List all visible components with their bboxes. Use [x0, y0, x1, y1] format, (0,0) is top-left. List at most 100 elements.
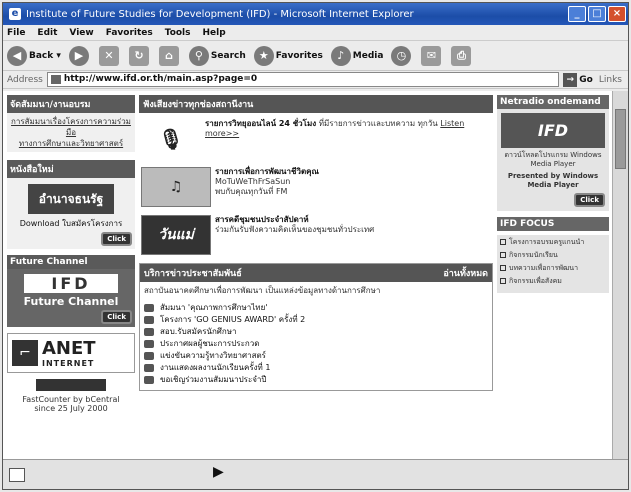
print-icon: ⎙ [451, 45, 472, 66]
radio-item-3[interactable]: วันแม่ สารคดีชุมชนประจำสัปดาห์ ร่วมกันรั… [139, 213, 493, 257]
back-button[interactable]: ◀ Back ▾ [7, 45, 61, 66]
media-button[interactable]: ♪ Media [330, 45, 383, 66]
fastcounter[interactable]: FastCounter by bCentral since 25 July 20… [7, 379, 135, 413]
minimize-button[interactable]: _ [568, 6, 586, 22]
anet-logo-icon: ⌐ [12, 340, 38, 366]
focus-item[interactable]: โครงการอบรมครูแกนนำ [500, 238, 606, 247]
close-button[interactable]: × [608, 6, 626, 22]
news-item[interactable]: ประกาศผลผู้ชนะการประกวด [144, 338, 488, 350]
news-read-all[interactable]: อ่านทั้งหมด [443, 266, 488, 280]
news-item[interactable]: งานแสดงผลงานนักเรียนครั้งที่ 1 [144, 362, 488, 374]
fastcounter-label: FastCounter by bCentral [22, 395, 120, 404]
news-item[interactable]: สัมมนา 'คุณภาพการศึกษาไทย' [144, 302, 488, 314]
menu-help[interactable]: Help [203, 28, 226, 38]
browser-window: e Institute of Future Studies for Develo… [2, 2, 629, 490]
window-title: Institute of Future Studies for Developm… [26, 8, 414, 20]
menu-file[interactable]: File [7, 28, 25, 38]
checkbox-icon [500, 265, 506, 271]
checkbox-icon [500, 252, 506, 258]
news-box: บริการข่าวประชาสัมพันธ์ อ่านทั้งหมด สถาบ… [139, 263, 493, 391]
scrollbar-thumb[interactable] [615, 109, 626, 169]
stop-icon: ✕ [98, 45, 119, 66]
address-input[interactable]: http://www.ifd.or.th/main.asp?page=0 [46, 72, 560, 87]
focus-item[interactable]: กิจกรรมเพื่อสังคม [500, 277, 606, 286]
anet-subtitle: INTERNET [42, 359, 95, 368]
radio-header: ฟังเสียงข่าวทุกช่องสถานีงาน [139, 95, 493, 113]
netradio-box: IFD ดาวน์โหลดโปรแกรม Windows Media Playe… [497, 109, 609, 211]
news-item[interactable]: สอบ.รับสมัครนักศึกษา [144, 326, 488, 338]
menu-edit[interactable]: Edit [37, 28, 57, 38]
links-button[interactable]: Links [599, 75, 622, 85]
anet-banner[interactable]: ⌐ ANET INTERNET [7, 333, 135, 373]
news-item[interactable]: แข่งขันความรู้ทางวิทยาศาสตร์ [144, 350, 488, 362]
mail-button[interactable]: ✉ [421, 45, 443, 66]
seminar-link-1[interactable]: การสัมมนาเรื่องโครงการความร่วมมือ [10, 116, 132, 138]
future-channel-box[interactable]: IFD Future Channel Click [7, 269, 135, 327]
focus-item[interactable]: บทความเพื่อการพัฒนา [500, 264, 606, 273]
future-channel-click-button[interactable]: Click [101, 310, 132, 324]
netradio-click-button[interactable]: Click [574, 193, 605, 207]
right-column: Netradio ondemand IFD ดาวน์โหลดโปรแกรม W… [497, 95, 609, 293]
radio-item-1[interactable]: 🎙 รายการวิทยุออนไลน์ 24 ชั่วโมง ที่มีราย… [139, 117, 493, 161]
maximize-button[interactable]: □ [588, 6, 606, 22]
news-item[interactable]: ขอเชิญร่วมงานสัมมนาประจำปี [144, 374, 488, 386]
address-bar: Address http://www.ifd.or.th/main.asp?pa… [3, 71, 628, 89]
page-content: จัดสัมมนา/งานอบรม การสัมมนาเรื่องโครงการ… [3, 91, 613, 461]
history-button[interactable]: ◷ [391, 45, 413, 66]
go-arrow-icon: → [563, 72, 578, 87]
menu-bar: File Edit View Favorites Tools Help [3, 25, 628, 41]
ie-icon: e [9, 8, 21, 20]
forward-icon: ▶ [68, 45, 89, 66]
news-header: บริการข่าวประชาสัมพันธ์ อ่านทั้งหมด [140, 264, 492, 282]
seminar-link-2[interactable]: ทางการศึกษาและวิทยาศาสตร์ [10, 138, 132, 149]
address-label: Address [7, 74, 43, 85]
netradio-ifd-logo[interactable]: IFD [501, 113, 605, 148]
focus-item[interactable]: กิจกรรมนักเรียน [500, 251, 606, 260]
history-icon: ◷ [391, 45, 412, 66]
vertical-scrollbar[interactable] [612, 91, 628, 461]
radio1-title: รายการวิทยุออนไลน์ 24 ชั่วโมง [205, 119, 317, 128]
page-status-icon [9, 468, 25, 482]
news-intro: สถาบันอนาคตศึกษาเพื่อการพัฒนา เป็นแหล่งข… [144, 286, 381, 295]
radio3-banner: วันแม่ [141, 215, 211, 255]
forward-button[interactable]: ▶ [68, 45, 91, 66]
fastcounter-since: since 25 July 2000 [34, 404, 108, 413]
search-icon: ⚲ [188, 45, 209, 66]
menu-tools[interactable]: Tools [165, 28, 191, 38]
bullet-icon [144, 328, 154, 336]
radio1-text: ที่มีรายการข่าวและบทความ ทุกวัน [318, 119, 438, 128]
future-channel-header: Future Channel [7, 255, 135, 269]
new-books-box: อำนาจธนรัฐ Download ใบสมัครโครงการ Click [7, 178, 135, 249]
download-text[interactable]: Download ใบสมัครโครงการ [10, 217, 132, 230]
bullet-icon [144, 352, 154, 360]
install-text: ดาวน์โหลดโปรแกรม Windows Media Player [504, 151, 602, 168]
mouse-cursor-icon: ▶ [213, 464, 224, 480]
radio-item-2[interactable]: ♫ รายการเพื่อการพัฒนาชีวิตคุณ MoTuWeThFr… [139, 165, 493, 209]
radio2-text: พบกับคุณทุกวันที่ FM [215, 187, 288, 196]
home-button[interactable]: ⌂ [158, 45, 181, 66]
go-button[interactable]: → Go [563, 72, 593, 87]
future-channel-label: Future Channel [23, 295, 119, 308]
search-button[interactable]: ⚲ Search [188, 45, 246, 66]
menu-favorites[interactable]: Favorites [106, 28, 153, 38]
news-item[interactable]: โครงการ 'GO GENIUS AWARD' ครั้งที่ 2 [144, 314, 488, 326]
seminar-header: จัดสัมมนา/งานอบรม [7, 95, 135, 113]
left-column: จัดสัมมนา/งานอบรม การสัมมนาเรื่องโครงการ… [7, 95, 135, 413]
seminar-box: การสัมมนาเรื่องโครงการความร่วมมือ ทางการ… [7, 113, 135, 152]
microphone-icon: 🎙 [141, 119, 201, 159]
print-button[interactable]: ⎙ [451, 45, 473, 66]
menu-view[interactable]: View [69, 28, 93, 38]
favorites-button[interactable]: ★ Favorites [253, 45, 323, 66]
book-banner[interactable]: อำนาจธนรัฐ [28, 184, 114, 214]
ifd-logo: IFD [24, 274, 118, 293]
bullet-icon [144, 364, 154, 372]
stop-button[interactable]: ✕ [98, 45, 121, 66]
radio2-days: MoTuWeThFrSaSun [215, 177, 291, 186]
download-click-button[interactable]: Click [101, 232, 132, 246]
refresh-button[interactable]: ↻ [128, 45, 151, 66]
mail-icon: ✉ [421, 45, 442, 66]
star-icon: ★ [253, 45, 274, 66]
radio2-banner: ♫ [141, 167, 211, 207]
new-books-header: หนังสือใหม่ [7, 160, 135, 178]
home-icon: ⌂ [158, 45, 179, 66]
